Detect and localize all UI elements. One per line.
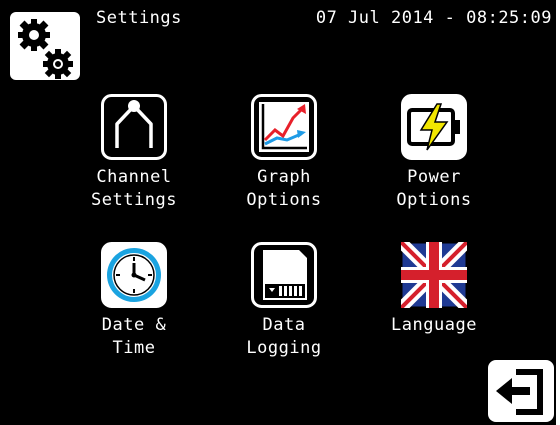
graph-options-icon-box (251, 94, 317, 160)
clock-icon (101, 242, 167, 308)
graph-options-label-line2: Options (246, 190, 322, 210)
graph-options-label-line1: Graph (257, 167, 311, 187)
data-logging-button[interactable]: Data Logging (214, 242, 354, 360)
graph-options-button[interactable]: Graph Options (214, 94, 354, 212)
date-time-label-line2: Time (112, 338, 156, 358)
settings-badge (10, 12, 80, 80)
language-label: Language (391, 315, 477, 335)
date-time-icon-box (101, 242, 167, 308)
data-logging-label-line2: Logging (246, 338, 322, 358)
exit-button[interactable] (488, 360, 554, 422)
language-button[interactable]: Language (364, 242, 504, 337)
channel-settings-label-line2: Settings (91, 190, 177, 210)
uk-flag-icon (401, 242, 467, 308)
date-time-label-line1: Date & (101, 315, 167, 335)
screen-edge (556, 0, 560, 425)
language-icon-box (401, 242, 467, 308)
datetime-display: 07 Jul 2014 - 08:25:09 (315, 8, 552, 28)
battery-icon (401, 94, 467, 160)
data-logging-label-line1: Data (262, 315, 306, 335)
page-title: Settings (96, 8, 182, 28)
settings-screen: Settings 07 Jul 2014 - 08:25:09 Channel … (0, 0, 560, 425)
channel-settings-label-line1: Channel (96, 167, 172, 187)
gears-icon (18, 19, 73, 79)
power-options-label-line2: Options (396, 190, 472, 210)
power-options-icon-box (401, 94, 467, 160)
graph-icon (251, 94, 317, 160)
date-time-button[interactable]: Date & Time (64, 242, 204, 360)
channel-settings-button[interactable]: Channel Settings (64, 94, 204, 212)
sd-card-icon (251, 242, 317, 308)
exit-icon (496, 369, 543, 415)
power-options-button[interactable]: Power Options (364, 94, 504, 212)
channel-settings-icon-box (101, 94, 167, 160)
data-logging-icon-box (251, 242, 317, 308)
power-options-label-line1: Power (407, 167, 461, 187)
probe-icon (101, 94, 167, 160)
